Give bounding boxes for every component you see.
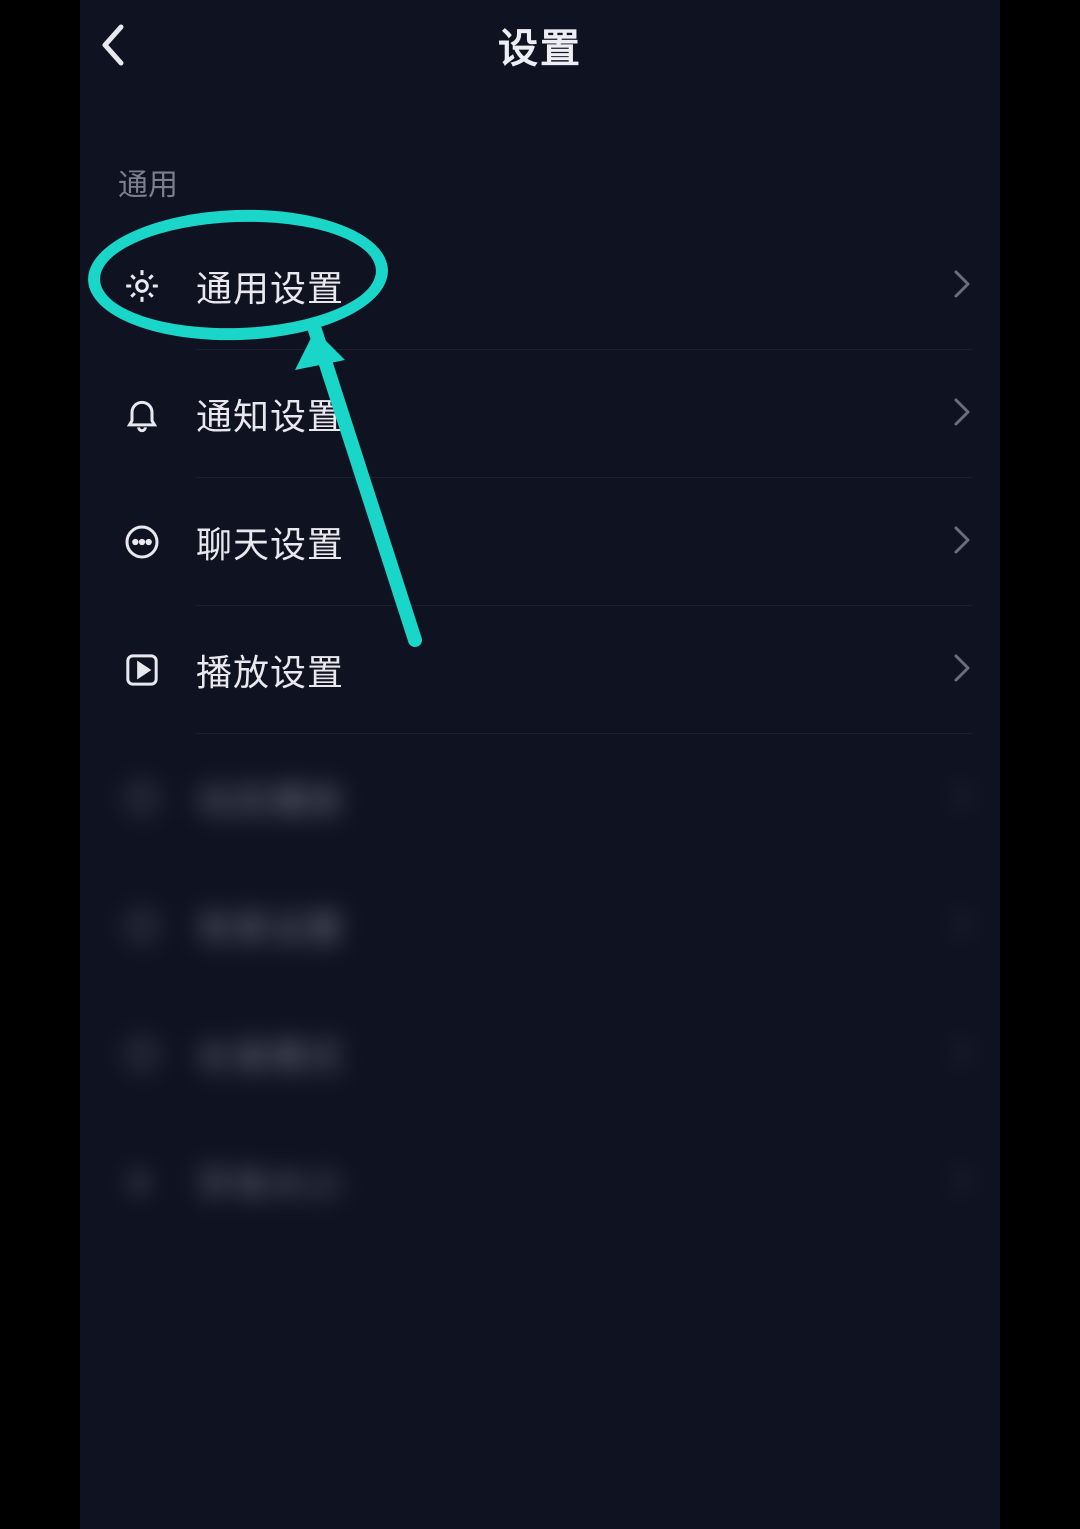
row-notification-settings[interactable]: 通知设置 xyxy=(80,350,1000,478)
row-label: 播放设置 xyxy=(196,644,344,696)
font-icon xyxy=(118,1158,166,1206)
page-title: 设置 xyxy=(498,16,582,74)
chevron-right-icon xyxy=(952,396,972,433)
chevron-right-icon xyxy=(952,1036,972,1073)
chevron-right-icon xyxy=(952,524,972,561)
chevron-right-icon xyxy=(952,908,972,945)
row-label: 通知设置 xyxy=(196,388,344,440)
row-blurred-item[interactable]: 字体大小 xyxy=(80,1118,1000,1246)
chevron-right-icon xyxy=(952,652,972,689)
row-blurred-item[interactable]: 背景设置 xyxy=(80,862,1000,990)
row-label: 聊天设置 xyxy=(196,516,344,568)
row-blurred-item[interactable]: 动态播放 xyxy=(80,734,1000,862)
back-button[interactable] xyxy=(90,21,138,69)
header: 设置 xyxy=(80,0,1000,90)
row-label: 长者模式 xyxy=(196,1028,344,1080)
settings-screen: 设置 通用 通用设置 通知设置 xyxy=(80,0,1000,1529)
chat-icon xyxy=(118,518,166,566)
chevron-right-icon xyxy=(952,1164,972,1201)
generic-icon xyxy=(118,774,166,822)
chevron-right-icon xyxy=(952,268,972,305)
row-playback-settings[interactable]: 播放设置 xyxy=(80,606,1000,734)
chevron-right-icon xyxy=(952,780,972,817)
play-icon xyxy=(118,646,166,694)
gear-icon xyxy=(118,262,166,310)
chevron-left-icon xyxy=(99,23,129,67)
row-label: 通用设置 xyxy=(196,260,344,312)
row-label: 字体大小 xyxy=(196,1156,344,1208)
section-label: 通用 xyxy=(80,90,1000,222)
generic-icon xyxy=(118,1030,166,1078)
row-general-settings[interactable]: 通用设置 xyxy=(80,222,1000,350)
row-label: 动态播放 xyxy=(196,772,344,824)
bell-icon xyxy=(118,390,166,438)
row-chat-settings[interactable]: 聊天设置 xyxy=(80,478,1000,606)
row-blurred-item[interactable]: 长者模式 xyxy=(80,990,1000,1118)
row-label: 背景设置 xyxy=(196,900,344,952)
settings-list: 通用设置 通知设置 xyxy=(80,222,1000,1246)
generic-icon xyxy=(118,902,166,950)
